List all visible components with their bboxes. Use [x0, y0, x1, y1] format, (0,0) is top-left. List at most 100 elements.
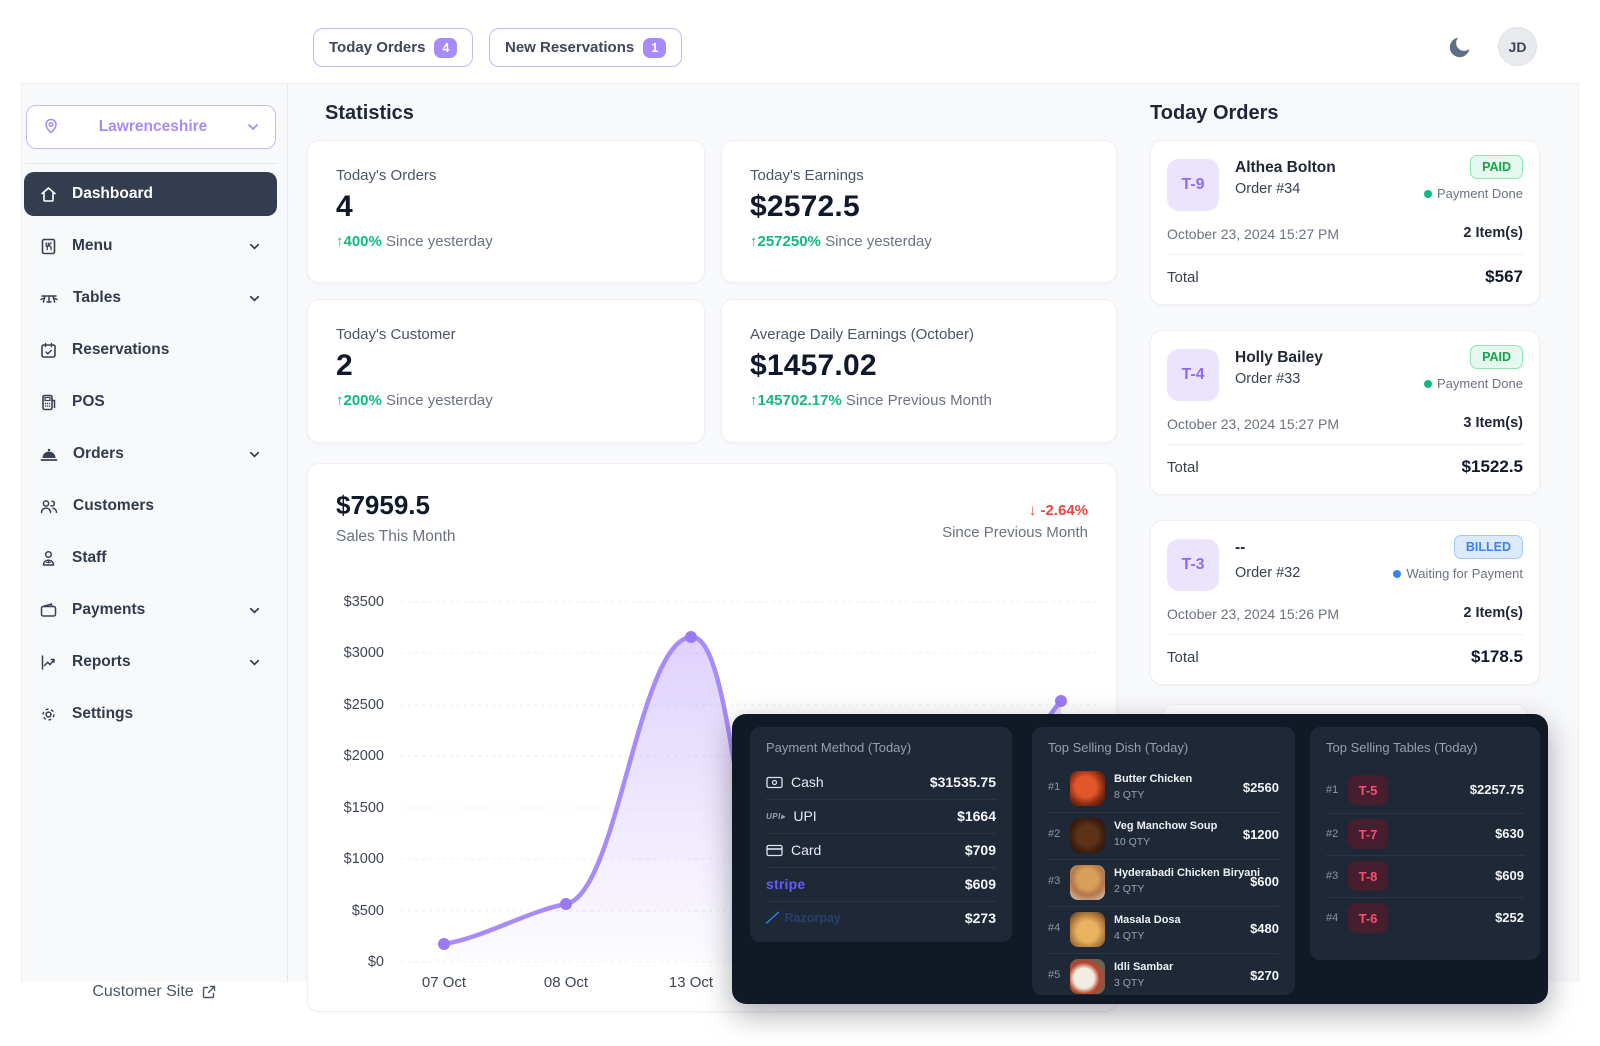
top-selling-dish-panel: Top Selling Dish (Today) #1 Butter Chick…	[1032, 727, 1295, 995]
dish-row: #3 Hyderabadi Chicken Biryani 2 QTY $600	[1048, 861, 1279, 904]
today-orders-count-badge: 4	[434, 38, 457, 58]
dish-photo	[1070, 818, 1105, 853]
total-value: $567	[1485, 267, 1523, 287]
sidebar-item-label: Payments	[72, 601, 233, 619]
sidebar-item-payments[interactable]: Payments	[24, 588, 277, 632]
dish-row: #5 Idli Sambar 3 QTY $270	[1048, 955, 1279, 998]
order-card[interactable]: T-9 Althea Bolton Order #34 PAID Payment…	[1150, 140, 1540, 305]
order-card[interactable]: T-4 Holly Bailey Order #33 PAID Payment …	[1150, 330, 1540, 495]
table-rank-row: #3 T-8 $609	[1326, 857, 1524, 897]
sidebar-item-menu[interactable]: Menu	[24, 224, 277, 268]
dark-mode-toggle[interactable]	[1446, 33, 1474, 61]
top-selling-tables-panel: Top Selling Tables (Today) #1 T-5 $2257.…	[1310, 727, 1540, 960]
top-selling-dish-title: Top Selling Dish (Today)	[1048, 740, 1188, 755]
sidebar-item-settings[interactable]: Settings	[24, 692, 277, 736]
table-rank-row: #2 T-7 $630	[1326, 815, 1524, 855]
stat-label: Today's Orders	[336, 167, 676, 184]
chevron-down-icon	[247, 291, 262, 306]
top-selling-tables-title: Top Selling Tables (Today)	[1326, 740, 1478, 755]
sidebar-item-label: Settings	[72, 705, 133, 723]
total-label: Total	[1167, 269, 1199, 286]
sidebar-item-label: Staff	[72, 549, 106, 567]
stat-delta: ↑400% Since yesterday	[336, 233, 676, 250]
payment-state-dot	[1393, 570, 1401, 578]
stat-delta: ↑145702.17% Since Previous Month	[750, 392, 1088, 409]
payment-row-card: Card $709	[766, 835, 996, 865]
order-divider	[1167, 444, 1523, 445]
table-badge: T-4	[1167, 349, 1219, 401]
wallet-icon	[39, 601, 58, 620]
table-rank-row: #1 T-5 $2257.75	[1326, 771, 1524, 811]
table-badge: T-3	[1167, 539, 1219, 591]
payment-row-upi: UPI▸ UPI $1664	[766, 801, 996, 831]
order-items-count: 2 Item(s)	[1463, 225, 1523, 241]
today-orders-button[interactable]: Today Orders 4	[313, 28, 473, 67]
sidebar-item-tables[interactable]: Tables	[24, 276, 277, 320]
sidebar-item-orders[interactable]: Orders	[24, 432, 277, 476]
sidebar-item-staff[interactable]: Staff	[24, 536, 277, 580]
report-chart-icon	[39, 653, 58, 672]
stat-label: Average Daily Earnings (October)	[750, 326, 1088, 343]
total-value: $178.5	[1471, 647, 1523, 667]
sidebar-item-label: Dashboard	[72, 185, 153, 203]
users-icon	[39, 497, 59, 516]
table-badge: T-6	[1348, 903, 1388, 933]
gear-icon	[39, 705, 58, 724]
stripe-logo: stripe	[766, 876, 805, 892]
status-badge: PAID	[1470, 345, 1523, 369]
stat-card-average-daily-earnings: Average Daily Earnings (October) $1457.0…	[721, 299, 1117, 443]
customer-site-label: Customer Site	[92, 983, 193, 1001]
customer-name: Holly Bailey	[1235, 349, 1323, 367]
sidebar-item-dashboard[interactable]: Dashboard	[24, 172, 277, 216]
payment-state-dot	[1424, 190, 1432, 198]
payment-row-cash: Cash $31535.75	[766, 767, 996, 797]
new-reservations-button[interactable]: New Reservations 1	[489, 28, 682, 67]
sidebar-item-reservations[interactable]: Reservations	[24, 328, 277, 372]
today-orders-heading: Today Orders	[1150, 102, 1279, 125]
payment-state: Payment Done	[1424, 186, 1523, 201]
home-icon	[39, 185, 58, 204]
table-rank-row: #4 T-6 $252	[1326, 899, 1524, 939]
sidebar-item-customers[interactable]: Customers	[24, 484, 277, 528]
order-divider	[1167, 634, 1523, 635]
dish-row: #2 Veg Manchow Soup 10 QTY $1200	[1048, 814, 1279, 857]
stat-label: Today's Customer	[336, 326, 676, 343]
order-number: Order #32	[1235, 565, 1300, 581]
order-datetime: October 23, 2024 15:27 PM	[1167, 226, 1339, 242]
user-avatar[interactable]: JD	[1498, 27, 1537, 66]
order-datetime: October 23, 2024 15:27 PM	[1167, 416, 1339, 432]
location-selector[interactable]: Lawrenceshire	[26, 105, 276, 149]
top-bar: Today Orders 4 New Reservations 1 JD	[0, 0, 1600, 83]
table-badge: T-5	[1348, 775, 1388, 805]
sidebar-item-pos[interactable]: POS	[24, 380, 277, 424]
dish-row: #4 Masala Dosa 4 QTY $480	[1048, 908, 1279, 951]
payment-method-panel: Payment Method (Today) Cash $31535.75 UP…	[750, 727, 1012, 942]
cash-icon	[766, 776, 783, 789]
cloche-icon	[39, 445, 59, 464]
sidebar-divider	[25, 163, 277, 164]
status-badge: PAID	[1470, 155, 1523, 179]
table-badge: T-7	[1348, 819, 1388, 849]
dark-widgets-overlay: Payment Method (Today) Cash $31535.75 UP…	[732, 714, 1548, 1004]
statistics-heading: Statistics	[325, 102, 414, 125]
sidebar-item-label: Menu	[72, 237, 233, 255]
customer-site-link[interactable]: Customer Site	[21, 983, 288, 1001]
dish-photo	[1070, 771, 1105, 806]
payment-state-dot	[1424, 380, 1432, 388]
stat-card-todays-earnings: Today's Earnings $2572.5 ↑257250% Since …	[721, 140, 1117, 283]
payment-state: Waiting for Payment	[1393, 566, 1523, 581]
chevron-down-icon	[245, 119, 261, 135]
credit-card-icon	[766, 844, 783, 857]
order-card[interactable]: T-3 -- Order #32 BILLED Waiting for Paym…	[1150, 520, 1540, 685]
sidebar-item-label: Tables	[73, 289, 233, 307]
stat-delta: ↑257250% Since yesterday	[750, 233, 1088, 250]
stat-value: 2	[336, 349, 676, 383]
order-datetime: October 23, 2024 15:26 PM	[1167, 606, 1339, 622]
order-divider	[1167, 254, 1523, 255]
order-items-count: 3 Item(s)	[1463, 415, 1523, 431]
order-items-count: 2 Item(s)	[1463, 605, 1523, 621]
new-reservations-count-badge: 1	[643, 38, 666, 58]
stat-card-todays-customer: Today's Customer 2 ↑200% Since yesterday	[307, 299, 705, 443]
sidebar-item-reports[interactable]: Reports	[24, 640, 277, 684]
sidebar-item-label: Orders	[73, 445, 233, 463]
